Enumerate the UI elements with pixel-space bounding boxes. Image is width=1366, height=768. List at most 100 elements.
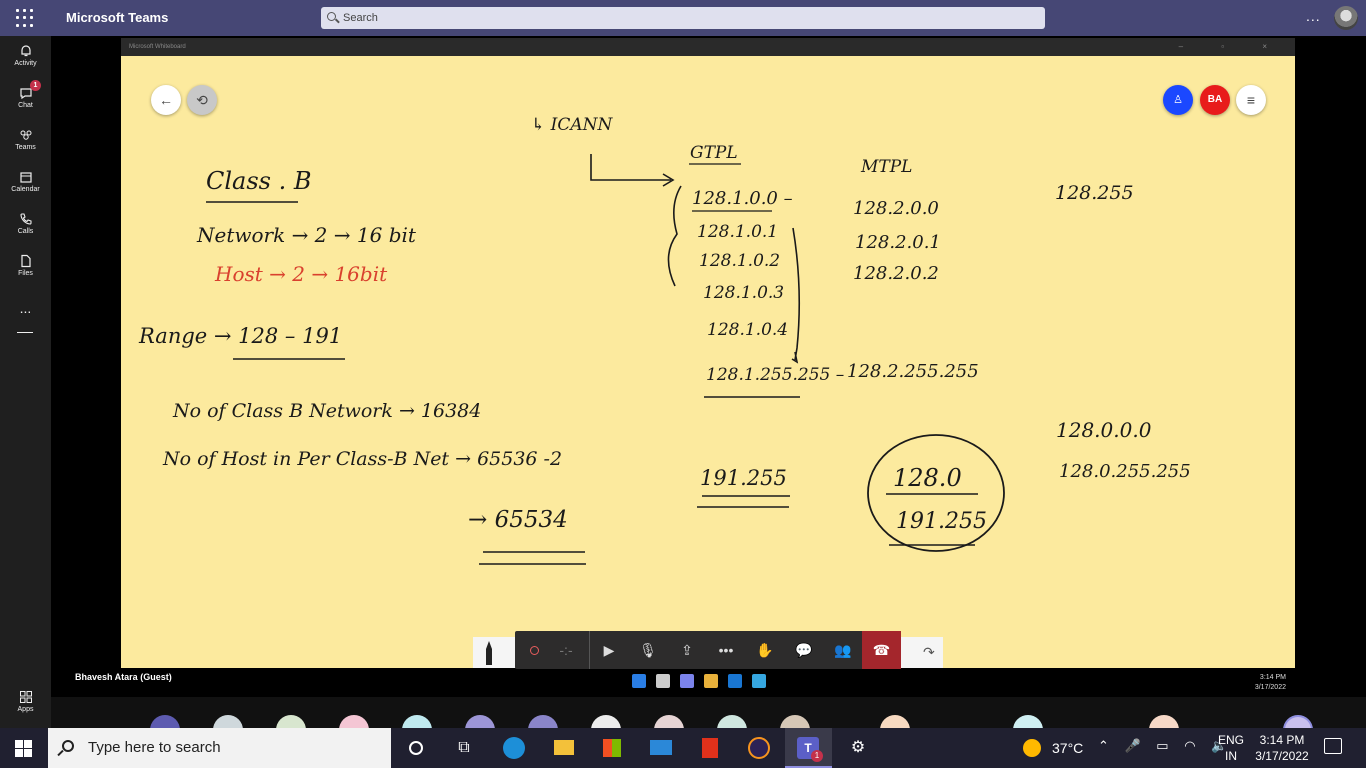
shared-screen-taskbar (632, 674, 792, 692)
teams-search-input[interactable]: Search (321, 7, 1045, 29)
phone-icon (19, 213, 32, 225)
bell-icon (20, 45, 31, 57)
ink-mtpl: MTPL (860, 157, 912, 177)
rail-label: Files (18, 270, 33, 277)
ink-no-of-hosts: No of Host in Per Class-B Net → 65536 -2 (162, 448, 562, 470)
shared-screen-clock: 3:14 PM 3/17/2022 (1238, 673, 1286, 693)
pen-icon[interactable] (477, 639, 501, 667)
rail-item-teams[interactable]: Teams (0, 128, 51, 151)
hang-up-button[interactable]: ☎ (862, 631, 901, 669)
ink-col3-a: 128.0.0.0 (1056, 418, 1152, 442)
rail-label: Calendar (11, 186, 40, 193)
store-icon[interactable] (600, 736, 624, 760)
ink-class-b: Class . B (206, 167, 312, 195)
remote-icon (752, 674, 766, 688)
calendar-icon (19, 172, 32, 183)
raise-hand-icon[interactable]: ✋ (746, 631, 784, 669)
app-title: Microsoft Teams (66, 10, 169, 25)
edge-icon[interactable] (502, 736, 526, 760)
chat-icon (680, 674, 694, 688)
language-indicator[interactable]: ENG IN (1218, 732, 1244, 764)
search-icon (327, 12, 336, 21)
rail-item-calendar[interactable]: Calendar (0, 170, 51, 193)
search-icon (62, 740, 74, 752)
taskbar-teams-button[interactable]: T 1 (785, 728, 832, 768)
taskbar-search-input[interactable]: Type here to search (48, 728, 391, 768)
ink-col3-top: 128.255 (1055, 182, 1134, 204)
avatar[interactable] (1334, 6, 1358, 30)
whiteboard-window-title: Microsoft Whiteboard ‒ ▫ × (121, 38, 1295, 56)
teams-title-bar: Microsoft Teams Search ... (0, 0, 1366, 36)
participant-gallery-strip (51, 697, 1366, 745)
chat-badge: 1 (30, 80, 41, 91)
notification-icon[interactable] (1324, 738, 1342, 754)
file-icon (20, 254, 31, 268)
rail-item-chat[interactable]: 1 Chat (0, 80, 51, 109)
file-explorer-icon[interactable] (552, 736, 576, 760)
app-launcher-icon[interactable] (16, 8, 36, 28)
rail-label: Chat (18, 102, 33, 109)
ink-gtpl-ip: 128.1.0.3 (703, 283, 784, 303)
settings-icon[interactable]: ⚙ (846, 736, 870, 760)
task-view-icon[interactable]: ⧉ (452, 736, 476, 760)
taskbar-search-placeholder: Type here to search (88, 739, 221, 756)
ink-circle-bottom: 191.255 (896, 509, 987, 534)
ink-range: Range → 128 – 191 (138, 324, 342, 348)
ink-mtpl-ip: 128.2.0.0 (853, 198, 939, 219)
ink-host: Host → 2 → 16bit (214, 262, 388, 286)
rail-label: Teams (15, 144, 36, 151)
ink-mtpl-ip: 128.2.0.1 (855, 232, 941, 253)
rail-item-apps[interactable]: Apps (0, 690, 51, 713)
mic-off-icon[interactable]: 🎙 (629, 631, 667, 669)
ink-circle-top: 128.0 (893, 464, 962, 492)
search-placeholder: Search (343, 12, 378, 24)
rail-label: Calls (17, 228, 34, 235)
cortana-icon[interactable] (404, 736, 428, 760)
window-controls: ‒ ▫ × (1178, 42, 1285, 51)
taskbar-clock[interactable]: 3:14 PM 3/17/2022 (1252, 732, 1312, 764)
weather-icon[interactable] (1023, 739, 1041, 757)
ink-range-mid: 191.255 (700, 466, 787, 490)
ink-mtpl-ip: 128.2.255.255 (847, 361, 979, 382)
rail-item-files[interactable]: Files (0, 254, 51, 277)
teams-badge: 1 (811, 750, 823, 762)
lang-top: ENG (1218, 733, 1245, 747)
whiteboard-title: Microsoft Whiteboard (129, 44, 186, 50)
share-icon[interactable]: ⇪ (668, 631, 706, 669)
office-icon[interactable] (698, 736, 722, 760)
left-app-rail: Activity 1 Chat Teams Calendar Calls Fil… (0, 36, 51, 728)
rail-label: Activity (14, 60, 37, 67)
ink-gtpl-ip: 128.1.0.4 (707, 320, 788, 340)
timer-display: -:- (559, 642, 573, 658)
chat-icon[interactable]: 💬 (785, 631, 823, 669)
rail-item-activity[interactable]: Activity (0, 44, 51, 67)
whiteboard-canvas[interactable]: ← ⟲ ♙ BA ≡ ↳ ICANN Class . B Network → 2… (121, 56, 1295, 668)
whiteboard-ink: ↳ ICANN Class . B Network → 2 → 16 bit H… (138, 115, 1191, 565)
mail-icon (728, 674, 742, 688)
rail-more-button[interactable]: ... (0, 300, 51, 316)
rail-divider (17, 332, 33, 333)
clock-time: 3:14 PM (1259, 733, 1305, 747)
system-tray-icons[interactable]: ⌃ 🎤 ▭ ◠ 🔈 (1098, 738, 1233, 754)
ink-mtpl-ip: 128.2.0.2 (853, 263, 939, 284)
redo-icon[interactable]: ↷ (923, 644, 935, 661)
ink-gtpl-ip: 128.1.255.255 – (706, 365, 844, 385)
rail-label: Apps (17, 706, 34, 713)
ink-network: Network → 2 → 16 bit (196, 223, 417, 247)
eclipse-icon[interactable] (747, 736, 771, 760)
windows-start-icon[interactable] (15, 740, 32, 757)
ink-icann: ↳ ICANN (531, 115, 614, 135)
more-actions-icon[interactable]: ••• (707, 631, 745, 669)
more-options-button[interactable]: ... (1306, 8, 1321, 24)
ink-gtpl-ip: 128.1.0.1 (697, 222, 778, 242)
ink-no-of-networks: No of Class B Network → 16384 (172, 400, 481, 422)
ink-result: → 65534 (468, 507, 568, 533)
clock-date: 3/17/2022 (1255, 749, 1309, 763)
ink-gtpl-ip: 128.1.0.0 – (692, 188, 793, 209)
rail-item-calls[interactable]: Calls (0, 212, 51, 235)
temperature[interactable]: 37°C (1052, 740, 1083, 756)
mail-icon[interactable] (649, 736, 673, 760)
participants-icon[interactable]: 👥 (824, 631, 862, 669)
camera-off-icon[interactable]: ▶︎ (590, 631, 628, 669)
search-icon (656, 674, 670, 688)
